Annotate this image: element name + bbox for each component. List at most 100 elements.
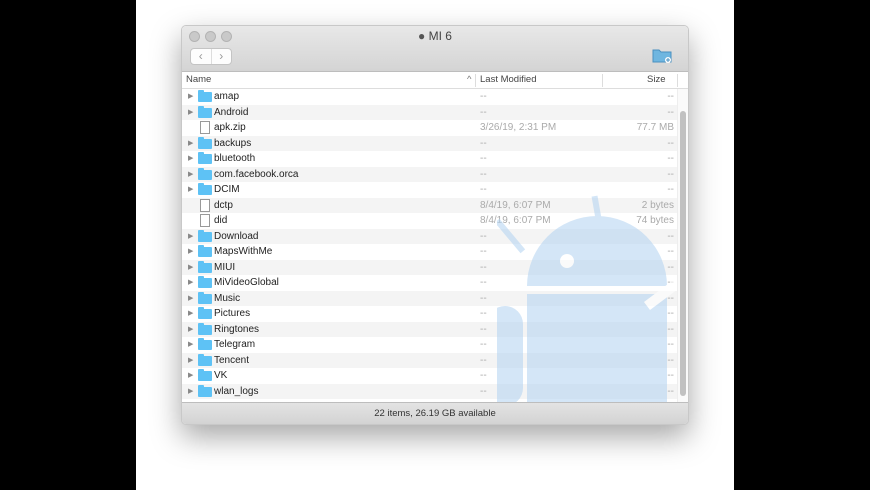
disclosure-triangle-icon[interactable]: ▶ bbox=[188, 182, 193, 198]
disclosure-triangle-icon[interactable]: ▶ bbox=[188, 167, 193, 183]
file-size: -- bbox=[667, 292, 674, 304]
file-size: -- bbox=[667, 168, 674, 180]
file-name: bluetooth bbox=[214, 153, 256, 164]
scrollbar-thumb[interactable] bbox=[680, 111, 686, 396]
file-modified: -- bbox=[480, 277, 487, 288]
file-name: Ringtones bbox=[214, 323, 260, 335]
file-size: -- bbox=[667, 385, 674, 397]
disclosure-triangle-icon[interactable]: ▶ bbox=[188, 368, 193, 384]
disclosure-triangle-icon[interactable]: ▶ bbox=[188, 229, 193, 245]
forward-button[interactable]: › bbox=[212, 49, 232, 64]
file-modified: -- bbox=[480, 292, 487, 304]
file-row[interactable]: apk.zip 3/26/19, 2:31 PM 77.7 MB bbox=[182, 120, 677, 136]
file-name: amap bbox=[214, 91, 240, 102]
folder-icon bbox=[198, 369, 212, 381]
file-name: Download bbox=[214, 230, 259, 242]
file-name: DCIM bbox=[214, 184, 240, 195]
file-modified: -- bbox=[480, 168, 487, 180]
file-row[interactable]: ▶ com.facebook.orca -- -- bbox=[182, 166, 677, 183]
file-name: MIUI bbox=[214, 261, 236, 273]
file-size: -- bbox=[667, 261, 674, 273]
column-header: Name ^ Last Modified Size bbox=[182, 72, 688, 89]
sort-ascending-icon: ^ bbox=[467, 74, 472, 85]
file-icon bbox=[200, 198, 210, 212]
column-divider[interactable] bbox=[677, 74, 678, 87]
folder-icon bbox=[198, 353, 212, 366]
file-modified: -- bbox=[480, 137, 487, 149]
folder-icon bbox=[198, 307, 212, 319]
file-row[interactable]: ▶ Pictures -- -- bbox=[182, 306, 677, 322]
file-size: -- bbox=[667, 106, 674, 118]
folder-icon bbox=[198, 245, 212, 257]
file-row[interactable]: ▶ amap -- -- bbox=[182, 89, 677, 105]
disclosure-triangle-icon[interactable]: ▶ bbox=[188, 291, 193, 307]
disclosure-triangle-icon[interactable]: ▶ bbox=[188, 275, 193, 291]
file-name: Music bbox=[214, 292, 241, 304]
file-row[interactable]: did 8/4/19, 6:07 PM 74 bytes bbox=[182, 213, 677, 229]
file-name: Telegram bbox=[214, 339, 256, 350]
file-modified: -- bbox=[480, 230, 487, 242]
disclosure-triangle-icon[interactable]: ▶ bbox=[188, 105, 193, 121]
file-row[interactable]: ▶ DCIM -- -- bbox=[182, 182, 677, 198]
disclosure-triangle-icon[interactable]: ▶ bbox=[188, 136, 193, 152]
disclosure-triangle-icon[interactable]: ▶ bbox=[188, 337, 193, 353]
file-name: MiVideoGlobal bbox=[214, 277, 279, 288]
file-size: -- bbox=[667, 184, 674, 195]
file-modified: -- bbox=[480, 153, 487, 164]
back-button[interactable]: ‹ bbox=[191, 49, 212, 64]
file-name: Pictures bbox=[214, 308, 251, 319]
file-name: backups bbox=[214, 137, 252, 149]
column-last-modified[interactable]: Last Modified bbox=[480, 74, 537, 85]
file-row[interactable]: ▶ Download -- -- bbox=[182, 228, 677, 245]
file-size: -- bbox=[667, 370, 674, 381]
column-name[interactable]: Name bbox=[186, 74, 211, 85]
file-icon bbox=[200, 214, 210, 227]
file-modified: -- bbox=[480, 339, 487, 350]
file-row[interactable]: ▶ MiVideoGlobal -- -- bbox=[182, 275, 677, 291]
folder-icon bbox=[198, 384, 212, 397]
file-name: com.facebook.orca bbox=[214, 168, 299, 180]
file-modified: -- bbox=[480, 261, 487, 273]
file-row[interactable]: ▶ Music -- -- bbox=[182, 290, 677, 307]
file-size: -- bbox=[667, 308, 674, 319]
vertical-scrollbar[interactable] bbox=[677, 89, 688, 403]
folder-icon bbox=[198, 338, 212, 350]
file-row[interactable]: ▶ Ringtones -- -- bbox=[182, 321, 677, 338]
file-row[interactable]: ▶ VK -- -- bbox=[182, 368, 677, 384]
file-name: VK bbox=[214, 370, 228, 381]
file-size: -- bbox=[667, 137, 674, 149]
disclosure-triangle-icon[interactable]: ▶ bbox=[188, 260, 193, 276]
folder-icon bbox=[198, 322, 212, 335]
disclosure-triangle-icon[interactable]: ▶ bbox=[188, 353, 193, 369]
file-modified: -- bbox=[480, 323, 487, 335]
file-modified: 3/26/19, 2:31 PM bbox=[480, 122, 557, 133]
disclosure-triangle-icon[interactable]: ▶ bbox=[188, 89, 193, 105]
column-divider[interactable] bbox=[602, 74, 603, 87]
file-row[interactable]: ▶ wlan_logs -- -- bbox=[182, 383, 677, 400]
column-size[interactable]: Size bbox=[647, 74, 665, 85]
file-name: Android bbox=[214, 106, 249, 118]
column-divider[interactable] bbox=[475, 74, 476, 87]
disclosure-triangle-icon[interactable]: ▶ bbox=[188, 322, 193, 338]
file-row[interactable]: ▶ bluetooth -- -- bbox=[182, 151, 677, 167]
new-folder-icon[interactable] bbox=[652, 47, 672, 63]
file-row[interactable]: ▶ Tencent -- -- bbox=[182, 352, 677, 369]
file-modified: -- bbox=[480, 246, 487, 257]
file-row[interactable]: dctp 8/4/19, 6:07 PM 2 bytes bbox=[182, 197, 677, 213]
file-row[interactable]: ▶ Android -- -- bbox=[182, 104, 677, 121]
file-browser-window: ● MI 6 ‹ › Name ^ Last Modified Size ▶ am… bbox=[181, 25, 689, 425]
file-row[interactable]: ▶ MapsWithMe -- -- bbox=[182, 244, 677, 260]
file-row[interactable]: ▶ MIUI -- -- bbox=[182, 259, 677, 276]
disclosure-triangle-icon[interactable]: ▶ bbox=[188, 384, 193, 400]
folder-icon bbox=[198, 276, 212, 288]
folder-icon bbox=[198, 183, 212, 195]
file-size: -- bbox=[667, 230, 674, 242]
disclosure-triangle-icon[interactable]: ▶ bbox=[188, 244, 193, 260]
file-row[interactable]: ▶ Telegram -- -- bbox=[182, 337, 677, 353]
file-row[interactable]: ▶ backups -- -- bbox=[182, 135, 677, 152]
file-size: -- bbox=[667, 323, 674, 335]
file-size: -- bbox=[667, 153, 674, 164]
folder-icon bbox=[198, 152, 212, 164]
disclosure-triangle-icon[interactable]: ▶ bbox=[188, 306, 193, 322]
disclosure-triangle-icon[interactable]: ▶ bbox=[188, 151, 193, 167]
